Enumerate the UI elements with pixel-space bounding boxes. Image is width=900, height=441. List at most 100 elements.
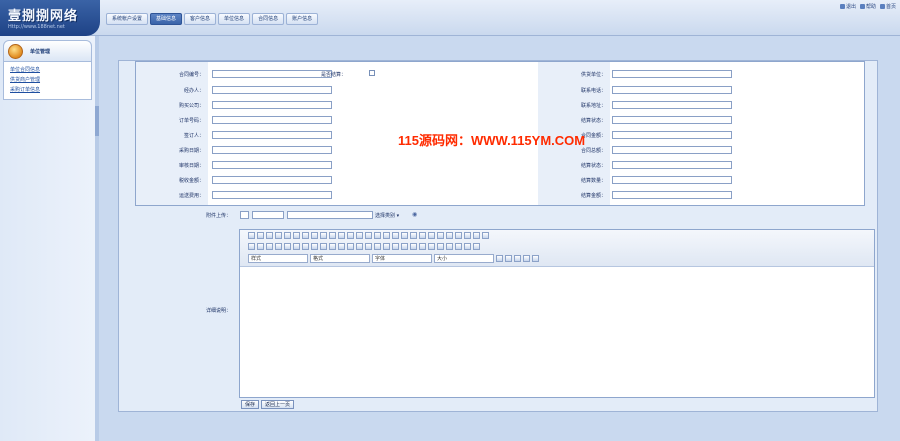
strike-icon[interactable] (275, 243, 282, 250)
tab-unit-info[interactable]: 单位信息 (218, 13, 251, 25)
anchor-icon[interactable] (410, 243, 417, 250)
attach-small-input[interactable] (240, 211, 249, 219)
size-select[interactable]: 大小 (434, 254, 494, 263)
spellcheck-icon[interactable] (347, 232, 354, 239)
align-justify-icon[interactable] (383, 243, 390, 250)
text-color-icon[interactable] (496, 255, 503, 262)
superscript-icon[interactable] (293, 243, 300, 250)
maximize-icon[interactable] (514, 255, 521, 262)
radio-button-icon[interactable] (428, 232, 435, 239)
signer-input[interactable] (212, 131, 332, 139)
align-center-icon[interactable] (365, 243, 372, 250)
supplier-input[interactable] (612, 70, 732, 78)
table-icon[interactable] (437, 243, 444, 250)
bg-color-icon[interactable] (505, 255, 512, 262)
attach-file-input[interactable] (287, 211, 373, 219)
sidebar-item-purchase[interactable]: 采购订单信息 (4, 85, 91, 95)
help-link[interactable]: 帮助 (859, 3, 876, 10)
undo-icon[interactable] (356, 232, 363, 239)
contract-total-input[interactable] (612, 146, 732, 154)
button-icon[interactable] (464, 232, 471, 239)
about-icon[interactable] (532, 255, 539, 262)
category-select[interactable]: 选择类别 ▾ (375, 212, 399, 219)
ordered-list-icon[interactable] (302, 243, 309, 250)
tab-customer-info[interactable]: 客户信息 (184, 13, 217, 25)
select-field-icon[interactable] (455, 232, 462, 239)
attach-path-input[interactable] (252, 211, 284, 219)
italic-icon[interactable] (257, 243, 264, 250)
show-blocks-icon[interactable] (523, 255, 530, 262)
align-left-icon[interactable] (356, 243, 363, 250)
back-button[interactable]: 返回上一页 (261, 400, 295, 409)
image-icon[interactable] (419, 243, 426, 250)
tab-account-settings[interactable]: 系统帐户设置 (106, 13, 149, 25)
contract-amount-input[interactable] (612, 131, 732, 139)
div-icon[interactable] (347, 243, 354, 250)
flash-icon[interactable] (428, 243, 435, 250)
hr-icon[interactable] (446, 243, 453, 250)
handler-input[interactable] (212, 86, 332, 94)
indent-icon[interactable] (329, 243, 336, 250)
find-icon[interactable] (374, 232, 381, 239)
paste-text-icon[interactable] (320, 232, 327, 239)
select-all-icon[interactable] (392, 232, 399, 239)
address-input[interactable] (612, 101, 732, 109)
remove-format-icon[interactable] (401, 232, 408, 239)
settle-status-input[interactable] (612, 116, 732, 124)
align-right-icon[interactable] (374, 243, 381, 250)
source-icon[interactable] (248, 232, 255, 239)
subscript-icon[interactable] (284, 243, 291, 250)
home-link[interactable]: 首页 (879, 3, 896, 10)
settle-status2-input[interactable] (612, 161, 732, 169)
font-select[interactable]: 字体 (372, 254, 432, 263)
phone-input[interactable] (612, 86, 732, 94)
sidebar-item-contract[interactable]: 单位合同信息 (4, 65, 91, 75)
textfield-icon[interactable] (437, 232, 444, 239)
sidebar-splitter[interactable] (95, 36, 99, 441)
tax-amount-input[interactable] (212, 176, 332, 184)
save-icon[interactable] (257, 232, 264, 239)
link-icon[interactable] (392, 243, 399, 250)
radio-icon[interactable]: ◉ (412, 211, 417, 218)
copy-icon[interactable] (302, 232, 309, 239)
form-icon[interactable] (410, 232, 417, 239)
smiley-icon[interactable] (455, 243, 462, 250)
textarea-icon[interactable] (446, 232, 453, 239)
preview-icon[interactable] (275, 232, 282, 239)
print-icon[interactable] (338, 232, 345, 239)
settle-qty-input[interactable] (612, 176, 732, 184)
tab-basic-info[interactable]: 基础信息 (150, 13, 183, 25)
redo-icon[interactable] (365, 232, 372, 239)
splitter-handle[interactable] (95, 106, 99, 136)
cut-icon[interactable] (293, 232, 300, 239)
style-select[interactable]: 样式 (248, 254, 308, 263)
purchase-date-input[interactable] (212, 146, 332, 154)
template-icon[interactable] (284, 232, 291, 239)
logout-link[interactable]: 退出 (839, 3, 856, 10)
format-select[interactable]: 格式 (310, 254, 370, 263)
special-char-icon[interactable] (464, 243, 471, 250)
blockquote-icon[interactable] (338, 243, 345, 250)
replace-icon[interactable] (383, 232, 390, 239)
new-page-icon[interactable] (266, 232, 273, 239)
sidebar-item-supplier[interactable]: 供货商户管理 (4, 75, 91, 85)
image-button-icon[interactable] (473, 232, 480, 239)
settled-checkbox[interactable] (369, 70, 375, 76)
shipping-fee-input[interactable] (212, 191, 332, 199)
paste-word-icon[interactable] (329, 232, 336, 239)
tab-account-info[interactable]: 账户信息 (286, 13, 319, 25)
audit-date-input[interactable] (212, 161, 332, 169)
paste-icon[interactable] (311, 232, 318, 239)
hidden-field-icon[interactable] (482, 232, 489, 239)
unordered-list-icon[interactable] (311, 243, 318, 250)
tab-contract-info[interactable]: 合同信息 (252, 13, 285, 25)
outdent-icon[interactable] (320, 243, 327, 250)
order-number-input[interactable] (212, 116, 332, 124)
buyer-company-input[interactable] (212, 101, 332, 109)
editor-content-area[interactable] (240, 267, 874, 397)
save-button[interactable]: 保存 (241, 400, 260, 409)
page-break-icon[interactable] (473, 243, 480, 250)
checkbox-icon[interactable] (419, 232, 426, 239)
underline-icon[interactable] (266, 243, 273, 250)
settle-amount-input[interactable] (612, 191, 732, 199)
